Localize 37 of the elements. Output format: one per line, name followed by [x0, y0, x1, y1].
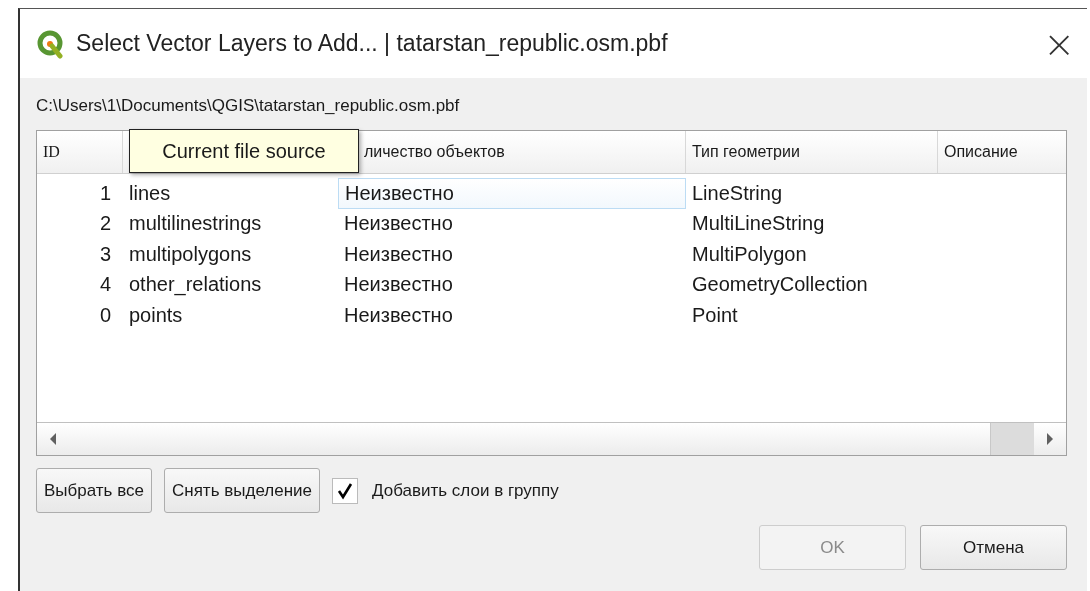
dialog-button[interactable]: Отмена [920, 525, 1067, 570]
window-title: Select Vector Layers to Add... | tatarstan_republic.osm.pbf [76, 30, 668, 57]
horizontal-scrollbar[interactable] [37, 422, 1066, 455]
table-cell-text: Неизвестно [343, 302, 454, 328]
close-button[interactable]: × [1043, 24, 1075, 63]
table-cell-text: Point [691, 302, 739, 328]
column-header[interactable]: Тип геометрии [686, 131, 938, 173]
checkbox[interactable] [332, 477, 358, 504]
table-cell-text: 4 [98, 272, 112, 298]
scroll-right-icon[interactable] [1045, 432, 1055, 446]
table-cell: Неизвестно [338, 178, 686, 209]
table-cell-text: points [128, 302, 184, 328]
table-cell-text: 1 [98, 180, 112, 206]
table-cell-text: MultiLineString [691, 211, 826, 237]
checkmark-icon [336, 481, 354, 500]
table-cell-text: Неизвестно [343, 211, 454, 237]
table-cell-text: multilinestrings [128, 211, 263, 237]
table-cell-text: 0 [98, 302, 112, 328]
table-cell-text: other_relations [128, 272, 263, 298]
table-cell-text: 3 [98, 241, 112, 267]
column-header[interactable]: ID [37, 131, 123, 173]
checkbox-label: Добавить слои в группу [372, 480, 559, 501]
file-path: C:\Users\1\Documents\QGIS\tatarstan_republic.osm.pbf [36, 96, 461, 116]
table-cell-text: GeometryCollection [691, 272, 869, 298]
table-cell-text: Неизвестно [343, 272, 454, 298]
table-cell-text: LineString [691, 180, 784, 206]
table-cell-text: MultiPolygon [691, 241, 808, 267]
select-button[interactable]: Выбрать все [36, 468, 152, 513]
scroll-left-icon[interactable] [48, 432, 58, 446]
table-cell-text: multipolygons [128, 241, 253, 267]
tooltip: Current file source [129, 129, 359, 173]
table-cell-text: Неизвестно [343, 241, 454, 267]
scrollbar-thumb[interactable] [990, 423, 1034, 455]
table-cell-text: 2 [98, 211, 112, 237]
select-button[interactable]: Снять выделение [164, 468, 320, 513]
table-cell-text: lines [128, 180, 172, 206]
app-logo-icon [36, 28, 66, 59]
